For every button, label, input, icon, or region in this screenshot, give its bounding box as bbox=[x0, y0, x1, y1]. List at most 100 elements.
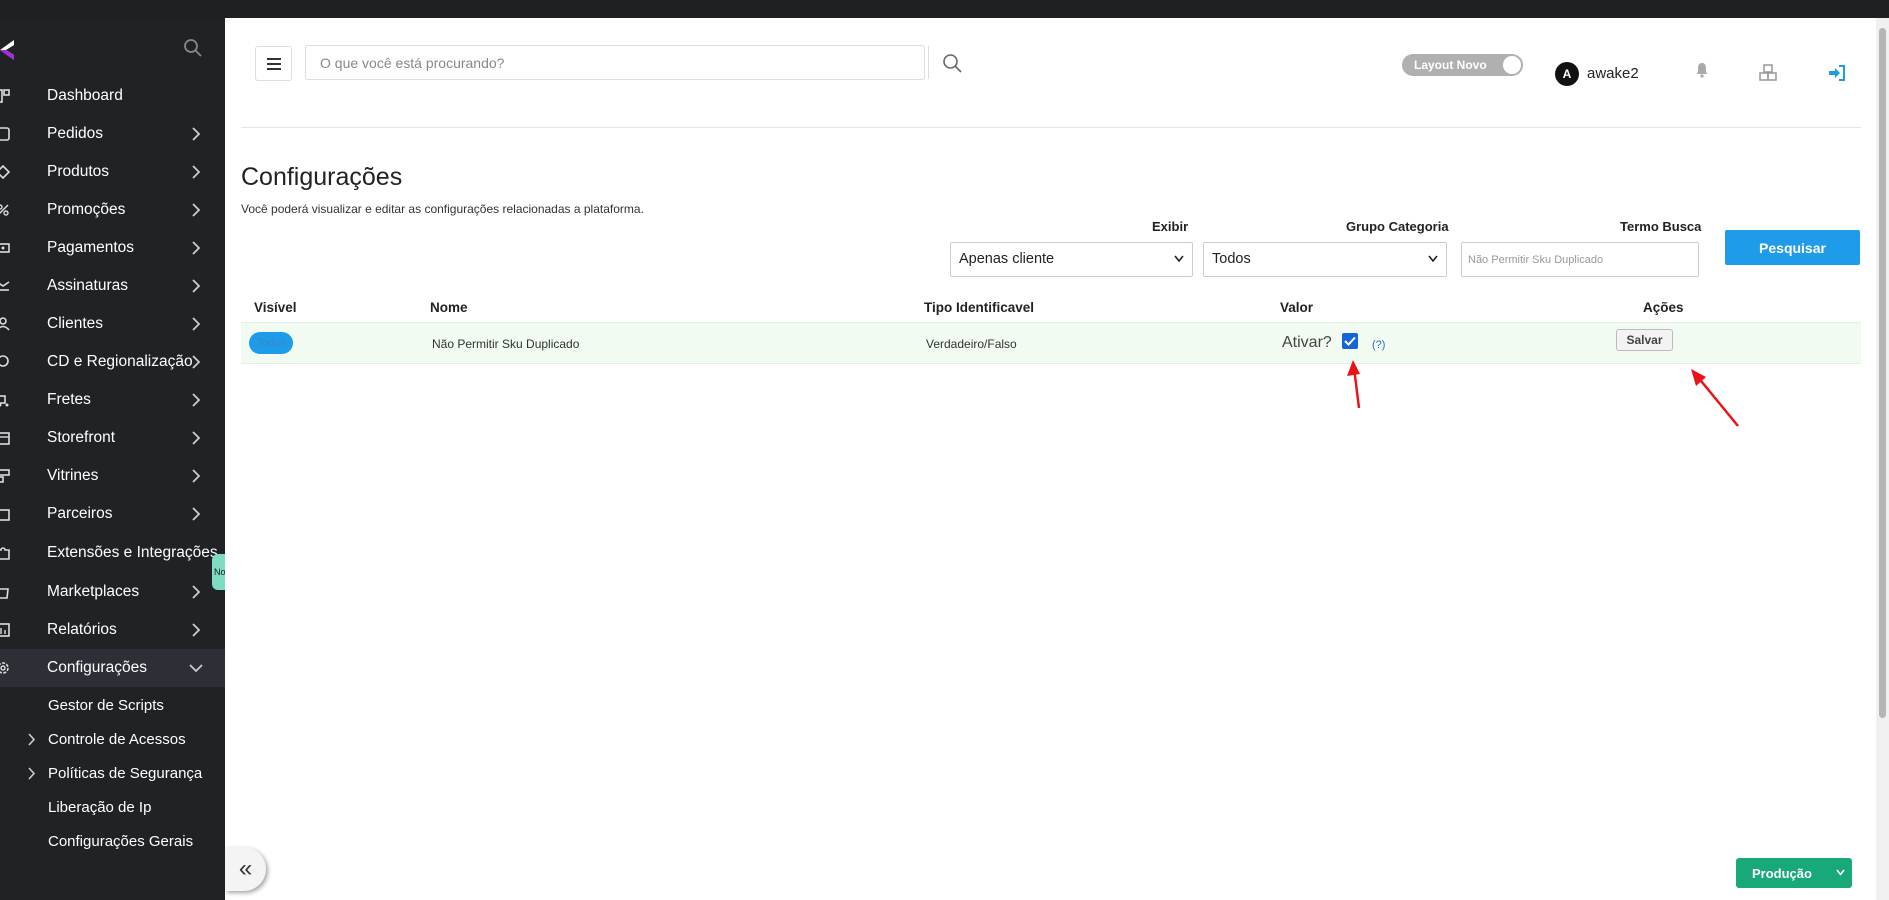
column-header-visivel: Visível bbox=[254, 300, 297, 315]
chevron-right-icon bbox=[192, 165, 201, 179]
chevron-down-icon bbox=[1428, 255, 1438, 263]
sidebar-subitem-gestor-scripts[interactable]: Gestor de Scripts bbox=[0, 688, 225, 722]
logout-icon[interactable] bbox=[1828, 64, 1846, 82]
chevron-down-icon bbox=[189, 664, 203, 673]
sidebar-subitem-politicas-seguranca[interactable]: Políticas de Segurança bbox=[0, 756, 225, 790]
sidebar-item-label: Configurações bbox=[47, 659, 147, 676]
chevron-right-icon bbox=[192, 431, 201, 445]
sidebar-item-label: CD e Regionalização bbox=[47, 353, 193, 370]
cubes-icon[interactable] bbox=[1759, 64, 1777, 82]
chevron-right-icon bbox=[192, 203, 201, 217]
tag-icon bbox=[0, 165, 10, 179]
sidebar-item-vitrines[interactable]: Vitrines bbox=[0, 457, 225, 495]
showcase-icon bbox=[0, 469, 10, 483]
column-header-nome: Nome bbox=[430, 300, 468, 315]
sidebar-subitem-label: Liberação de Ip bbox=[48, 798, 152, 816]
sidebar: Dashboard Pedidos Produtos Promoções Pag… bbox=[0, 18, 225, 900]
sidebar-item-label: Parceiros bbox=[47, 505, 113, 522]
sidebar-subitem-label: Gestor de Scripts bbox=[48, 696, 164, 714]
brand-logo-icon[interactable] bbox=[0, 40, 14, 60]
visibility-badge: Todos bbox=[249, 332, 293, 354]
filter-exibir-select[interactable]: Apenas cliente bbox=[950, 242, 1193, 277]
chevron-down-icon bbox=[1836, 869, 1845, 876]
sidebar-item-produtos[interactable]: Produtos bbox=[0, 153, 225, 191]
sidebar-item-assinaturas[interactable]: Assinaturas bbox=[0, 267, 225, 305]
sidebar-item-label: Pagamentos bbox=[47, 239, 135, 256]
help-link[interactable]: (?) bbox=[1372, 339, 1385, 351]
store-icon bbox=[0, 432, 10, 445]
sidebar-item-clientes[interactable]: Clientes bbox=[0, 305, 225, 343]
sidebar-item-storefront[interactable]: Storefront bbox=[0, 419, 225, 457]
page-title: Configurações bbox=[241, 163, 403, 191]
checkmark-icon bbox=[1344, 336, 1356, 346]
chevron-right-icon bbox=[192, 127, 201, 141]
chevron-right-icon bbox=[192, 623, 201, 637]
ativar-checkbox[interactable] bbox=[1342, 333, 1358, 349]
sidebar-item-pedidos[interactable]: Pedidos bbox=[0, 115, 225, 153]
avatar[interactable]: A bbox=[1555, 62, 1579, 86]
chevron-right-icon bbox=[192, 585, 201, 599]
chevron-right-icon bbox=[28, 766, 36, 780]
column-header-tipo: Tipo Identificavel bbox=[924, 300, 1035, 315]
global-search-input[interactable] bbox=[306, 46, 924, 79]
new-badge: No bbox=[212, 554, 225, 590]
search-icon bbox=[942, 53, 962, 73]
sidebar-item-label: Promoções bbox=[47, 201, 126, 218]
page-description: Você poderá visualizar e editar as confi… bbox=[241, 202, 644, 216]
chevron-down-icon bbox=[1174, 255, 1184, 263]
scrollbar-thumb[interactable] bbox=[1879, 28, 1886, 718]
sidebar-item-label: Storefront bbox=[47, 429, 116, 446]
filter-termo-input[interactable] bbox=[1462, 243, 1698, 276]
filter-termo-label: Termo Busca bbox=[1620, 219, 1702, 234]
sidebar-item-label: Fretes bbox=[47, 391, 91, 408]
global-search bbox=[305, 45, 962, 80]
report-icon bbox=[0, 623, 10, 637]
search-icon[interactable] bbox=[183, 38, 203, 58]
sidebar-subitem-configuracoes-gerais[interactable]: Configurações Gerais bbox=[0, 824, 225, 858]
sidebar-subitem-label: Políticas de Segurança bbox=[48, 764, 203, 782]
global-search-button[interactable] bbox=[928, 46, 974, 79]
chevron-right-icon bbox=[192, 393, 201, 407]
column-header-valor: Valor bbox=[1280, 300, 1314, 315]
puzzle-icon bbox=[0, 547, 10, 560]
sidebar-item-parceiros[interactable]: Parceiros bbox=[0, 495, 225, 533]
layout-toggle[interactable]: Layout Novo bbox=[1402, 54, 1523, 76]
sidebar-item-label: Extensões e Integrações bbox=[47, 544, 218, 561]
sidebar-item-pagamentos[interactable]: Pagamentos bbox=[0, 229, 225, 267]
sidebar-subitem-controle-acessos[interactable]: Controle de Acessos bbox=[0, 722, 225, 756]
bell-icon[interactable] bbox=[1693, 61, 1711, 79]
orders-icon bbox=[0, 127, 10, 141]
sidebar-item-relatorios[interactable]: Relatórios bbox=[0, 611, 225, 649]
toggle-knob bbox=[1503, 56, 1521, 74]
save-button[interactable]: Salvar bbox=[1616, 329, 1673, 351]
subscription-icon bbox=[0, 281, 10, 291]
column-header-acoes: Ações bbox=[1643, 300, 1684, 315]
page-scrollbar[interactable] bbox=[1876, 18, 1889, 900]
filter-grupo-label: Grupo Categoria bbox=[1346, 219, 1449, 234]
chevron-right-icon bbox=[192, 241, 201, 255]
environment-button[interactable]: Produção bbox=[1736, 858, 1852, 888]
sidebar-item-label: Dashboard bbox=[47, 87, 123, 104]
header-divider bbox=[241, 127, 1861, 128]
location-icon bbox=[0, 355, 9, 367]
chevron-right-icon bbox=[192, 355, 201, 369]
ativar-label: Ativar? bbox=[1282, 334, 1332, 351]
sidebar-item-label: Clientes bbox=[47, 315, 103, 332]
sidebar-item-dashboard[interactable]: Dashboard bbox=[0, 77, 225, 115]
sidebar-item-configuracoes[interactable]: Configurações bbox=[0, 649, 225, 687]
sidebar-item-extensoes-integracoes[interactable]: Extensões e Integrações bbox=[0, 534, 225, 572]
sidebar-item-cd-regionalizacao[interactable]: CD e Regionalização bbox=[0, 343, 225, 381]
cell-nome: Não Permitir Sku Duplicado bbox=[432, 337, 580, 351]
dashboard-icon bbox=[0, 89, 10, 103]
cell-tipo: Verdadeiro/Falso bbox=[926, 337, 1017, 351]
filter-grupo-select[interactable]: Todos bbox=[1203, 242, 1447, 277]
sidebar-subitem-liberacao-ip[interactable]: Liberação de Ip bbox=[0, 790, 225, 824]
menu-toggle-button[interactable] bbox=[255, 46, 292, 81]
main-content: Layout Novo A awake2 Configurações Você … bbox=[225, 18, 1876, 900]
sidebar-item-promocoes[interactable]: Promoções bbox=[0, 191, 225, 229]
sidebar-item-marketplaces[interactable]: Marketplaces bbox=[0, 573, 225, 611]
search-button[interactable]: Pesquisar bbox=[1725, 230, 1860, 265]
username[interactable]: awake2 bbox=[1587, 65, 1639, 82]
sidebar-item-fretes[interactable]: Fretes bbox=[0, 381, 225, 419]
percent-icon bbox=[0, 204, 9, 216]
